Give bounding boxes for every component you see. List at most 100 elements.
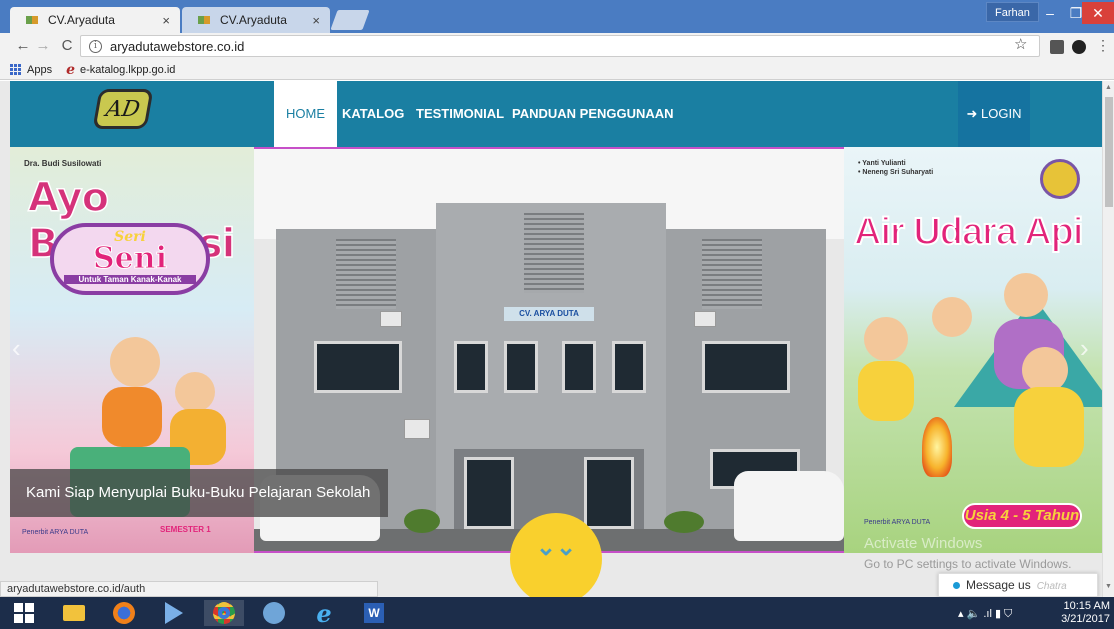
site-favicon-icon [26,14,40,26]
window [314,341,402,393]
tab-close-icon[interactable]: × [312,13,320,28]
air-conditioner [380,311,402,327]
globe-icon [263,602,285,624]
page-scrollbar[interactable]: ▲ ▼ [1102,81,1114,597]
bookmark-label: e-katalog.lkpp.go.id [80,63,176,76]
book-author: • Yanti Yulianti [858,160,906,167]
bookmark-e-katalog[interactable]: e e-katalog.lkpp.go.id [66,62,175,78]
taskbar-file-explorer[interactable] [54,600,94,626]
nav-home[interactable]: HOME [274,81,337,147]
online-dot-icon [953,582,960,589]
book-audience: Untuk Taman Kanak-Kanak [64,275,196,284]
extension-icon[interactable] [1072,40,1086,54]
scrollbar-thumb[interactable] [1105,97,1113,207]
book-cover-air-udara-api: • Yanti Yulianti • Neneng Sri Suharyati … [844,147,1102,553]
vent-panel [336,239,396,309]
site-favicon-icon [198,14,212,26]
entrance-door [584,457,634,529]
window [504,341,538,393]
address-bar[interactable]: i aryadutawebstore.co.id [80,35,1040,57]
book-author: • Neneng Sri Suharyati [858,169,934,176]
activate-windows-subtitle: Go to PC settings to activate Windows. [864,557,1072,571]
taskbar-media-app[interactable] [154,600,194,626]
kid-illustration [110,337,160,387]
book-publisher: Penerbit ARYA DUTA [22,529,89,536]
chat-widget[interactable]: Message us Chatra [938,573,1098,597]
air-conditioner [694,311,716,327]
address-url: aryadutawebstore.co.id [110,38,245,54]
bush [404,509,440,533]
bookmark-label: Apps [27,63,53,76]
new-tab-button[interactable] [330,10,370,30]
site-navbar: AD HOME KATALOG TESTIMONIAL PANDUAN PENG… [10,81,1102,147]
vent-panel [524,213,584,293]
badge-icon [1040,159,1080,199]
browser-tab-active[interactable]: CV.Aryaduta × [10,7,180,33]
e-katalog-icon: e [66,61,75,78]
taskbar-internet-explorer[interactable]: e [304,598,344,628]
firefox-icon [113,602,135,624]
chat-label: Message us [966,578,1031,592]
extension-icon[interactable] [1050,40,1064,54]
site-info-icon[interactable]: i [89,39,102,53]
system-tray-icons[interactable]: ▴ 🔈 .ıl ▮ ⛉ [958,607,1012,621]
windows-logo-icon [14,603,34,623]
profile-badge[interactable]: Farhan [986,2,1039,22]
ie-icon: e [316,598,332,628]
login-button[interactable]: ➜ LOGIN [958,81,1030,147]
vent-panel [702,239,762,309]
taskbar-chrome[interactable] [204,600,244,626]
tab-title: CV.Aryaduta [220,13,287,27]
browser-tab-inactive[interactable]: CV.Aryaduta × [182,7,330,33]
carousel-prev-icon[interactable]: ‹ [12,333,21,364]
book-subject: Seni [93,241,168,276]
kid-illustration [102,387,162,447]
kid-illustration [1014,387,1084,467]
bookmark-apps[interactable]: Apps [10,64,52,76]
campfire-illustration [922,417,952,477]
air-conditioner [404,419,430,439]
back-button[interactable]: ← [14,37,32,55]
taskbar-firefox[interactable] [104,600,144,626]
entrance-door [464,457,514,529]
carousel-next-icon[interactable]: › [1080,333,1089,364]
book-semester: SEMESTER 1 [160,525,211,534]
reload-button[interactable]: C [58,37,76,55]
taskbar-clock[interactable]: 10:15 AM 3/21/2017 [1060,600,1110,626]
bookmark-star-icon[interactable]: ☆ [1014,35,1027,53]
window [562,341,596,393]
scroll-down-icon[interactable]: ▼ [1105,583,1112,590]
bookmarks-bar: Apps e e-katalog.lkpp.go.id [0,60,1114,80]
site-logo[interactable]: AD [92,89,154,129]
window [454,341,488,393]
nav-panduan-penggunaan[interactable]: PANDUAN PENGGUNAAN [500,81,686,147]
scroll-up-icon[interactable]: ▲ [1105,84,1112,91]
carousel-caption: Kami Siap Menyuplai Buku-Buku Pelajaran … [10,469,388,517]
minimize-button[interactable]: – [1036,2,1064,24]
hero-carousel: Dra. Budi Susilowati Ayo Berkreasi Seri … [10,147,1102,555]
windows-taskbar: e W ▴ 🔈 .ıl ▮ ⛉ 10:15 AM 3/21/2017 [0,597,1114,629]
taskbar-word[interactable]: W [354,600,394,626]
browser-tab-strip: CV.Aryaduta × CV.Aryaduta × Farhan – ❐ ✕ [0,0,1114,33]
book-authors: • Yanti Yulianti • Neneng Sri Suharyati [858,159,933,177]
book-publisher: Penerbit ARYA DUTA [864,519,931,526]
browser-menu-icon[interactable]: ⋮ [1096,37,1110,54]
browser-toolbar: ← → C i aryadutawebstore.co.id ☆ ⋮ [0,33,1114,60]
forward-button[interactable]: → [34,37,52,55]
kid-illustration [175,372,215,412]
kid-illustration [932,297,972,337]
book-age-badge: Usia 4 - 5 Tahun [962,503,1082,529]
clock-date: 3/21/2017 [1061,613,1110,625]
close-window-button[interactable]: ✕ [1082,2,1114,24]
start-button[interactable] [4,600,44,626]
taskbar-utility-app[interactable] [254,600,294,626]
link-status-bar: aryadutawebstore.co.id/auth [0,581,378,597]
tab-close-icon[interactable]: × [162,13,170,28]
tab-title: CV.Aryaduta [48,13,115,27]
login-icon: ➜ [966,106,978,121]
window [612,341,646,393]
scroll-down-button[interactable]: ⌄⌄ [510,513,602,597]
word-icon: W [364,603,384,623]
chat-brand: Chatra [1036,581,1067,592]
bush [664,511,704,533]
